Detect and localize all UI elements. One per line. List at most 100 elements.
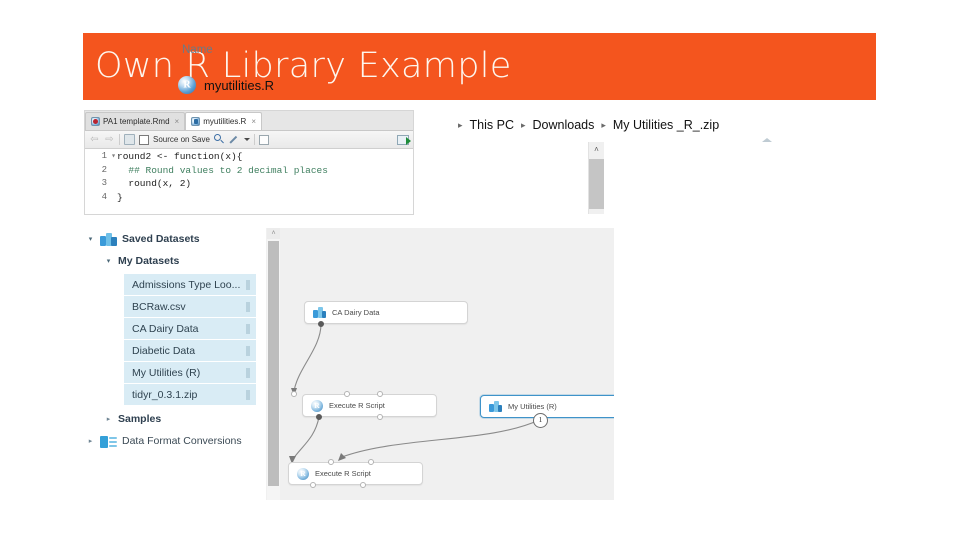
code-line: 3 round(x, 2)	[85, 177, 413, 191]
input-port[interactable]	[328, 459, 334, 465]
r-script-icon: R	[178, 76, 196, 94]
drag-grip-icon[interactable]	[246, 302, 250, 312]
canvas-node-execute-r-script-2[interactable]: R Execute R Script	[288, 462, 423, 485]
dataset-list: Admissions Type Loo... BCRaw.csv CA Dair…	[84, 274, 266, 406]
list-item[interactable]: Admissions Type Loo...	[124, 274, 256, 296]
file-explorer-panel: ▸ This PC ▸ Downloads ▸ My Utilities _R_…	[440, 110, 860, 218]
rstudio-tab-label: PA1 template.Rmd	[103, 117, 170, 126]
chevron-down-icon[interactable]: ▾	[86, 235, 95, 243]
source-on-save-checkbox[interactable]	[139, 134, 149, 145]
sidebar-item-saved-datasets[interactable]: ▾ Saved Datasets	[84, 228, 266, 250]
canvas-scrollbar[interactable]: ˄	[267, 228, 280, 500]
chevron-right-icon[interactable]: ▸	[521, 120, 526, 131]
code-line: 1 ▾ round2 <- function(x){	[85, 150, 413, 164]
sidebar-item-my-datasets[interactable]: ▾ My Datasets	[84, 250, 266, 272]
chevron-right-icon[interactable]: ▸	[104, 415, 113, 423]
code-text: round(x, 2)	[117, 178, 192, 189]
canvas-node-ca-dairy-data[interactable]: CA Dairy Data	[304, 301, 468, 324]
sidebar-item-label: My Datasets	[118, 255, 180, 267]
code-line: 4 }	[85, 191, 413, 205]
rmd-file-icon	[91, 117, 100, 126]
list-item[interactable]: Diabetic Data	[124, 340, 256, 362]
code-tools-icon[interactable]	[229, 134, 240, 145]
line-number: 3	[101, 178, 107, 188]
breadcrumb: ▸ This PC ▸ Downloads ▸ My Utilities _R_…	[458, 118, 719, 132]
save-icon[interactable]	[124, 134, 135, 145]
canvas-node-execute-r-script-1[interactable]: R Execute R Script	[302, 394, 437, 417]
chevron-down-icon[interactable]	[243, 138, 250, 141]
magnifier-icon[interactable]	[213, 134, 225, 145]
sidebar-item-label: Saved Datasets	[122, 233, 200, 245]
source-run-icon[interactable]	[397, 134, 411, 145]
rstudio-tab-pa1-template[interactable]: PA1 template.Rmd ×	[85, 112, 186, 130]
azureml-experiment-canvas[interactable]: ˄ CA Dairy Data R Execute R Script My Ut…	[266, 228, 614, 500]
rstudio-editor-panel: PA1 template.Rmd × myutilities.R × ⇦ ⇨ S…	[84, 110, 414, 215]
rstudio-tab-label: myutilities.R	[203, 117, 247, 126]
canvas-node-my-utilities-r[interactable]: My Utilities (R)	[480, 395, 614, 418]
code-text: round2 <- function(x){	[117, 151, 243, 162]
drag-grip-icon[interactable]	[246, 324, 250, 334]
code-fold-icon[interactable]: ▾	[110, 150, 117, 164]
code-line: 2 ## Round values to 2 decimal places	[85, 164, 413, 178]
line-number: 1	[101, 151, 107, 161]
source-on-save-label: Source on Save	[153, 135, 210, 144]
list-item[interactable]: My Utilities (R)	[124, 362, 256, 384]
output-port[interactable]	[360, 482, 366, 488]
file-list-item[interactable]: R myutilities.R	[178, 76, 274, 94]
back-arrow-icon[interactable]: ⇦	[89, 134, 100, 145]
dataset-label: tidyr_0.3.1.zip	[132, 388, 198, 401]
breadcrumb-item-my-utilities-zip[interactable]: My Utilities _R_.zip	[613, 118, 719, 132]
input-port[interactable]	[291, 391, 297, 397]
status-badge: 1	[533, 413, 548, 428]
dataset-icon	[313, 307, 326, 318]
canvas-surface[interactable]: CA Dairy Data R Execute R Script My Util…	[280, 228, 614, 500]
output-port[interactable]	[316, 414, 322, 420]
input-port[interactable]	[368, 459, 374, 465]
page-title: Own R Library Example	[95, 45, 512, 86]
r-module-icon: R	[297, 467, 309, 480]
output-port[interactable]	[310, 482, 316, 488]
canvas-node-label: My Utilities (R)	[508, 402, 557, 411]
breadcrumb-item-downloads[interactable]: Downloads	[533, 118, 595, 132]
chevron-right-icon[interactable]: ▸	[601, 120, 606, 131]
close-icon[interactable]: ×	[251, 117, 256, 126]
sidebar-item-samples[interactable]: ▸ Samples	[84, 408, 266, 430]
chevron-right-icon[interactable]: ▸	[458, 120, 463, 131]
input-port[interactable]	[377, 391, 383, 397]
chevron-down-icon[interactable]: ▾	[104, 257, 113, 265]
column-header-name[interactable]: Name	[182, 44, 213, 56]
code-text: ## Round values to 2 decimal places	[117, 164, 328, 176]
r-file-icon	[191, 117, 201, 126]
close-icon[interactable]: ×	[175, 117, 180, 126]
file-name-label: myutilities.R	[204, 77, 275, 93]
sidebar-item-data-format-conversions[interactable]: ▸ Data Format Conversions	[84, 430, 266, 452]
drag-grip-icon[interactable]	[246, 390, 250, 400]
dataset-label: Diabetic Data	[132, 344, 196, 357]
toolbar-divider	[119, 134, 120, 145]
output-port[interactable]	[377, 414, 383, 420]
output-port[interactable]	[318, 321, 324, 327]
list-item[interactable]: tidyr_0.3.1.zip	[124, 384, 256, 406]
r-module-icon: R	[311, 399, 323, 412]
toolbar-divider	[253, 134, 255, 145]
breadcrumb-item-this-pc[interactable]: This PC	[470, 118, 514, 132]
forward-arrow-icon[interactable]: ⇨	[104, 134, 115, 145]
document-outline-icon[interactable]	[258, 134, 269, 145]
drag-grip-icon[interactable]	[246, 346, 250, 356]
drag-grip-icon[interactable]	[246, 368, 250, 378]
scroll-up-icon[interactable]: ˄	[589, 142, 604, 158]
explorer-scrollbar[interactable]: ˄	[588, 142, 604, 214]
scroll-up-icon[interactable]: ˄	[267, 228, 280, 239]
drag-grip-icon[interactable]	[246, 280, 250, 290]
canvas-node-label: CA Dairy Data	[332, 308, 380, 317]
scrollbar-thumb[interactable]	[589, 159, 604, 209]
input-port[interactable]	[344, 391, 350, 397]
canvas-node-label: Execute R Script	[315, 469, 371, 478]
scrollbar-thumb[interactable]	[268, 241, 279, 486]
rstudio-tab-myutilities[interactable]: myutilities.R ×	[185, 112, 263, 130]
list-item[interactable]: BCRaw.csv	[124, 296, 256, 318]
chevron-right-icon[interactable]: ▸	[86, 437, 95, 445]
list-item[interactable]: CA Dairy Data	[124, 318, 256, 340]
rstudio-code-area[interactable]: 1 ▾ round2 <- function(x){ 2 ## Round va…	[85, 149, 413, 204]
sidebar-item-label: Samples	[118, 413, 162, 425]
